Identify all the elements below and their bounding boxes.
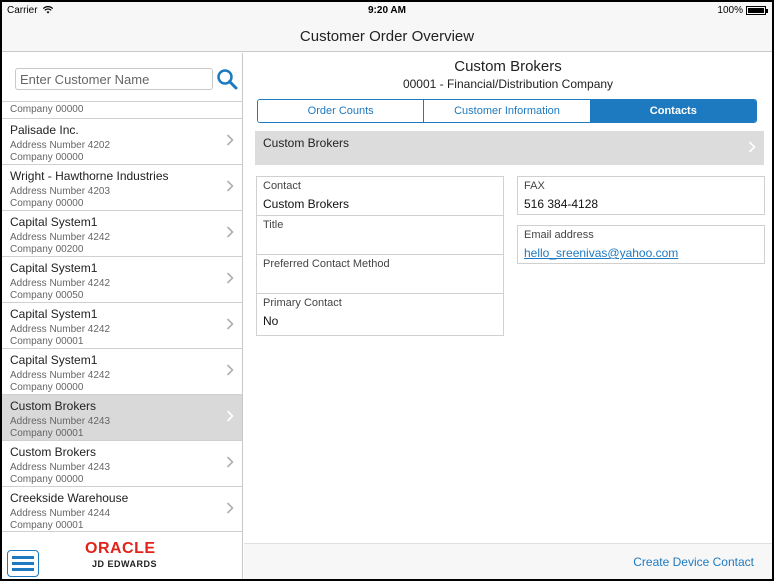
customer-list[interactable]: Company 00000 Palisade Inc. Address Numbe…	[2, 101, 242, 531]
chevron-right-icon	[748, 141, 756, 153]
menu-icon-line	[12, 562, 34, 565]
menu-icon-line	[12, 556, 34, 559]
list-item-company: Company 00000	[10, 382, 84, 393]
fax-label: FAX	[524, 180, 545, 192]
chevron-right-icon	[226, 134, 234, 146]
primary-contact-field: Primary Contact No	[257, 294, 503, 335]
battery-icon	[746, 6, 768, 15]
search-icon[interactable]	[216, 68, 238, 92]
list-item-name: Capital System1	[10, 307, 98, 321]
list-item-address: Address Number 4242	[10, 370, 111, 381]
left-footer: ORACLE JD EDWARDS	[2, 531, 242, 579]
list-item-name: Wright - Hawthorne Industries	[10, 169, 169, 183]
email-label: Email address	[524, 229, 594, 241]
fax-field: FAX 516 384-4128	[518, 177, 764, 214]
menu-icon-line	[12, 568, 34, 571]
chevron-right-icon	[226, 410, 234, 422]
title-label: Title	[263, 219, 284, 231]
list-item-address: Address Number 4242	[10, 278, 111, 289]
battery-percent: 100%	[717, 5, 743, 16]
clock: 9:20 AM	[368, 5, 406, 16]
chevron-right-icon	[226, 318, 234, 330]
chevron-right-icon	[226, 226, 234, 238]
list-item[interactable]: Custom Brokers Address Number 4243 Company…	[2, 441, 242, 487]
chevron-right-icon	[226, 364, 234, 376]
primary-contact-label: Primary Contact	[263, 297, 342, 309]
preferred-contact-method-label: Preferred Contact Method	[263, 258, 390, 270]
fax-value: 516 384-4128	[524, 197, 599, 211]
list-item[interactable]: Capital System1 Address Number 4242 Compan…	[2, 211, 242, 257]
list-item-company: Company 00001	[10, 428, 84, 439]
list-item[interactable]: Custom Brokers Address Number 4243 Company…	[2, 395, 242, 441]
primary-contact-value: No	[263, 314, 279, 328]
list-item-partial[interactable]: Company 00000	[2, 102, 242, 119]
list-item[interactable]: Capital System1 Address Number 4242 Compan…	[2, 349, 242, 395]
fax-card: FAX 516 384-4128	[517, 176, 765, 215]
list-item-address: Address Number 4243	[10, 462, 111, 473]
tab-customer-information[interactable]: Customer Information	[424, 100, 591, 122]
status-bar: Carrier 9:20 AM 100%	[2, 2, 772, 20]
detail-footer: Create Device Contact	[244, 543, 772, 579]
list-item-company: Company 00001	[10, 336, 84, 347]
contact-field: Contact Custom Brokers	[257, 177, 503, 216]
list-item[interactable]: Wright - Hawthorne Industries Address Num…	[2, 165, 242, 211]
chevron-right-icon	[226, 456, 234, 468]
contact-row-header[interactable]: Custom Brokers	[255, 131, 764, 165]
email-link[interactable]: hello_sreenivas@yahoo.com	[524, 246, 678, 260]
list-item-address: Address Number 4202	[10, 140, 111, 151]
list-item[interactable]: Capital System1 Address Number 4242 Compan…	[2, 303, 242, 349]
title-field: Title	[257, 216, 503, 255]
list-item-name: Palisade Inc.	[10, 123, 79, 137]
contact-details-card: Contact Custom Brokers Title Preferred C…	[256, 176, 504, 336]
contact-label: Contact	[263, 180, 301, 192]
list-item-name: Capital System1	[10, 353, 98, 367]
list-item-company: Company 00050	[10, 290, 84, 301]
list-item-name: Capital System1	[10, 215, 98, 229]
list-item-name: Creekside Warehouse	[10, 491, 129, 505]
jd-edwards-logo: JD EDWARDS	[92, 559, 158, 569]
preferred-contact-method-field: Preferred Contact Method	[257, 255, 503, 294]
contact-value: Custom Brokers	[263, 197, 350, 211]
list-item-company: Company 00000	[10, 104, 84, 115]
list-item-name: Custom Brokers	[10, 445, 97, 459]
list-item-address: Address Number 4203	[10, 186, 111, 197]
customer-company-subtitle: 00001 - Financial/Distribution Company	[402, 77, 614, 91]
list-item-name: Capital System1	[10, 261, 98, 275]
list-item-company: Company 00200	[10, 244, 84, 255]
list-item[interactable]: Creekside Warehouse Address Number 4244 Co…	[2, 487, 242, 531]
list-item-address: Address Number 4243	[10, 416, 111, 427]
hamburger-menu-button[interactable]	[7, 550, 39, 577]
list-item[interactable]: Capital System1 Address Number 4242 Compan…	[2, 257, 242, 303]
page-title: Customer Order Overview	[299, 28, 475, 45]
list-item[interactable]: Palisade Inc. Address Number 4202 Company …	[2, 119, 242, 165]
list-item-company: Company 00000	[10, 198, 84, 209]
oracle-logo: ORACLE	[85, 540, 156, 557]
list-item-company: Company 00000	[10, 152, 84, 163]
list-item-company: Company 00000	[10, 474, 84, 485]
list-item-company: Company 00001	[10, 520, 84, 531]
tab-order-counts[interactable]: Order Counts	[258, 100, 425, 122]
tab-contacts[interactable]: Contacts	[590, 100, 756, 122]
list-item-address: Address Number 4242	[10, 232, 111, 243]
customer-search-input[interactable]	[15, 68, 213, 90]
list-item-address: Address Number 4244	[10, 508, 111, 519]
app-screen: Carrier 9:20 AM 100% Customer Order Over…	[2, 2, 772, 579]
segmented-tabs: Order Counts Customer Information Contac…	[257, 99, 757, 123]
email-card: Email address hello_sreenivas@yahoo.com	[517, 225, 765, 264]
battery-indicator: 100%	[717, 5, 768, 16]
contact-header-label: Custom Brokers	[263, 136, 350, 150]
create-device-contact-button[interactable]: Create Device Contact	[633, 555, 754, 569]
list-item-name: Custom Brokers	[10, 399, 97, 413]
detail-pane: Custom Brokers 00001 - Financial/Distrib…	[244, 53, 772, 579]
list-item-address: Address Number 4242	[10, 324, 111, 335]
chevron-right-icon	[226, 180, 234, 192]
title-bar: Customer Order Overview	[2, 20, 772, 52]
chevron-right-icon	[226, 272, 234, 284]
customer-name-heading: Custom Brokers	[454, 58, 562, 75]
customer-list-pane: Company 00000 Palisade Inc. Address Numbe…	[2, 53, 243, 579]
email-field: Email address hello_sreenivas@yahoo.com	[518, 226, 764, 263]
chevron-right-icon	[226, 502, 234, 514]
